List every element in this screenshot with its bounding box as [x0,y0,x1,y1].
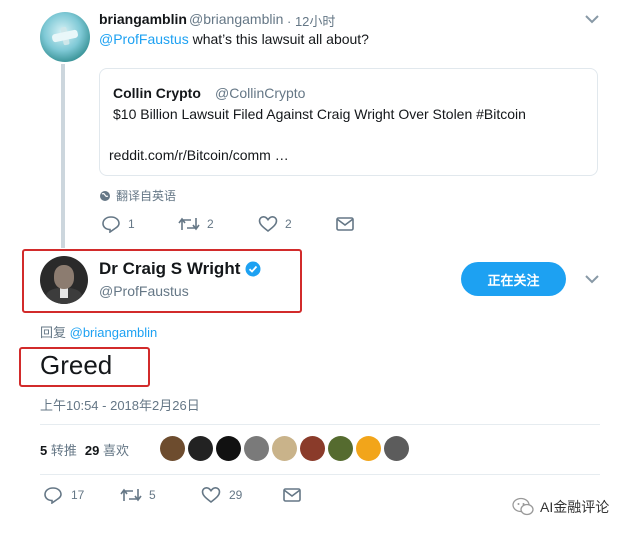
quoted-tweet-text: $10 Billion Lawsuit Filed Against Craig … [113,106,526,122]
liker-avatar[interactable] [244,436,269,461]
divider [40,474,600,475]
heart-icon [201,486,221,504]
like-count: 2 [285,217,292,231]
watermark: AI金融评论 [512,497,609,517]
retweet-icon [120,488,142,502]
liker-avatars [160,436,409,461]
like-button[interactable]: 29 [201,486,283,504]
reply-button[interactable]: 1 [101,215,162,233]
retweet-button[interactable]: 2 [178,216,258,232]
liker-avatar[interactable] [160,436,185,461]
quoted-author-handle: @CollinCrypto [215,85,306,101]
tweet-text: Greed [40,350,113,380]
retweet-stat[interactable]: 5 转推 [40,440,77,459]
author-handle[interactable]: @ProfFaustus [99,283,189,299]
direct-message-button[interactable] [283,488,301,502]
chevron-down-icon[interactable] [583,272,601,286]
wechat-icon [512,497,534,516]
like-count: 29 [229,488,243,502]
like-button[interactable]: 2 [258,215,338,233]
liker-avatar[interactable] [356,436,381,461]
translate-label: 翻译自英语 [116,189,177,203]
retweet-button[interactable]: 5 [120,487,201,503]
quoted-link[interactable]: reddit.com/r/Bitcoin/comm … [109,147,289,163]
reply-icon [102,216,120,233]
liker-avatar[interactable] [272,436,297,461]
retweet-count: 2 [207,217,214,231]
author-name[interactable]: Dr Craig S Wright [99,259,240,279]
verified-badge-icon [245,261,261,277]
heart-icon [258,215,278,233]
liker-avatar[interactable] [384,436,409,461]
watermark-text: AI金融评论 [540,499,610,515]
following-button[interactable]: 正在关注 [461,262,566,296]
avatar-briangamblin[interactable] [40,12,90,62]
liker-avatar[interactable] [216,436,241,461]
reply-count: 17 [71,488,85,502]
reply-button[interactable]: 17 [43,486,120,504]
mention-link[interactable]: @ProfFaustus [99,31,189,47]
tweet-actions: 17 5 29 [43,486,301,504]
retweet-icon [178,217,200,231]
tweet-actions: 1 2 2 [101,215,354,233]
reply-icon [44,487,62,504]
tweet-time[interactable]: · 12小时 [287,11,335,30]
reply-prefix: 回复 [40,325,70,340]
author-handle[interactable]: @briangamblin [189,11,283,27]
translate-tweet[interactable]: 翻译自英语 [99,187,176,204]
quoted-author-name: Collin Crypto [113,85,201,101]
retweet-count: 5 [149,488,156,502]
like-stat[interactable]: 29 喜欢 [85,440,129,459]
envelope-icon [336,217,354,231]
reply-count: 1 [128,217,135,231]
divider [40,424,600,425]
globe-icon [100,190,110,201]
envelope-icon [283,488,301,502]
reply-mention-link[interactable]: @briangamblin [70,325,158,340]
liker-avatar[interactable] [328,436,353,461]
author-name-line: Dr Craig S Wright [99,259,261,279]
liker-avatar[interactable] [188,436,213,461]
engagement-stats: 5 转推 29 喜欢 [40,440,129,459]
avatar-craig-wright[interactable] [40,256,88,304]
author-name[interactable]: briangamblin [99,11,187,27]
direct-message-button[interactable] [336,217,354,231]
tweet-timestamp[interactable]: 上午10:54 - 2018年2月26日 [40,395,200,414]
replying-to: 回复 @briangamblin [40,322,157,341]
tweet-body: what’s this lawsuit all about? [188,31,369,47]
tweet-text: @ProfFaustus what’s this lawsuit all abo… [99,31,369,47]
thread-connector-line [61,64,65,248]
liker-avatar[interactable] [300,436,325,461]
chevron-down-icon[interactable] [583,12,601,26]
